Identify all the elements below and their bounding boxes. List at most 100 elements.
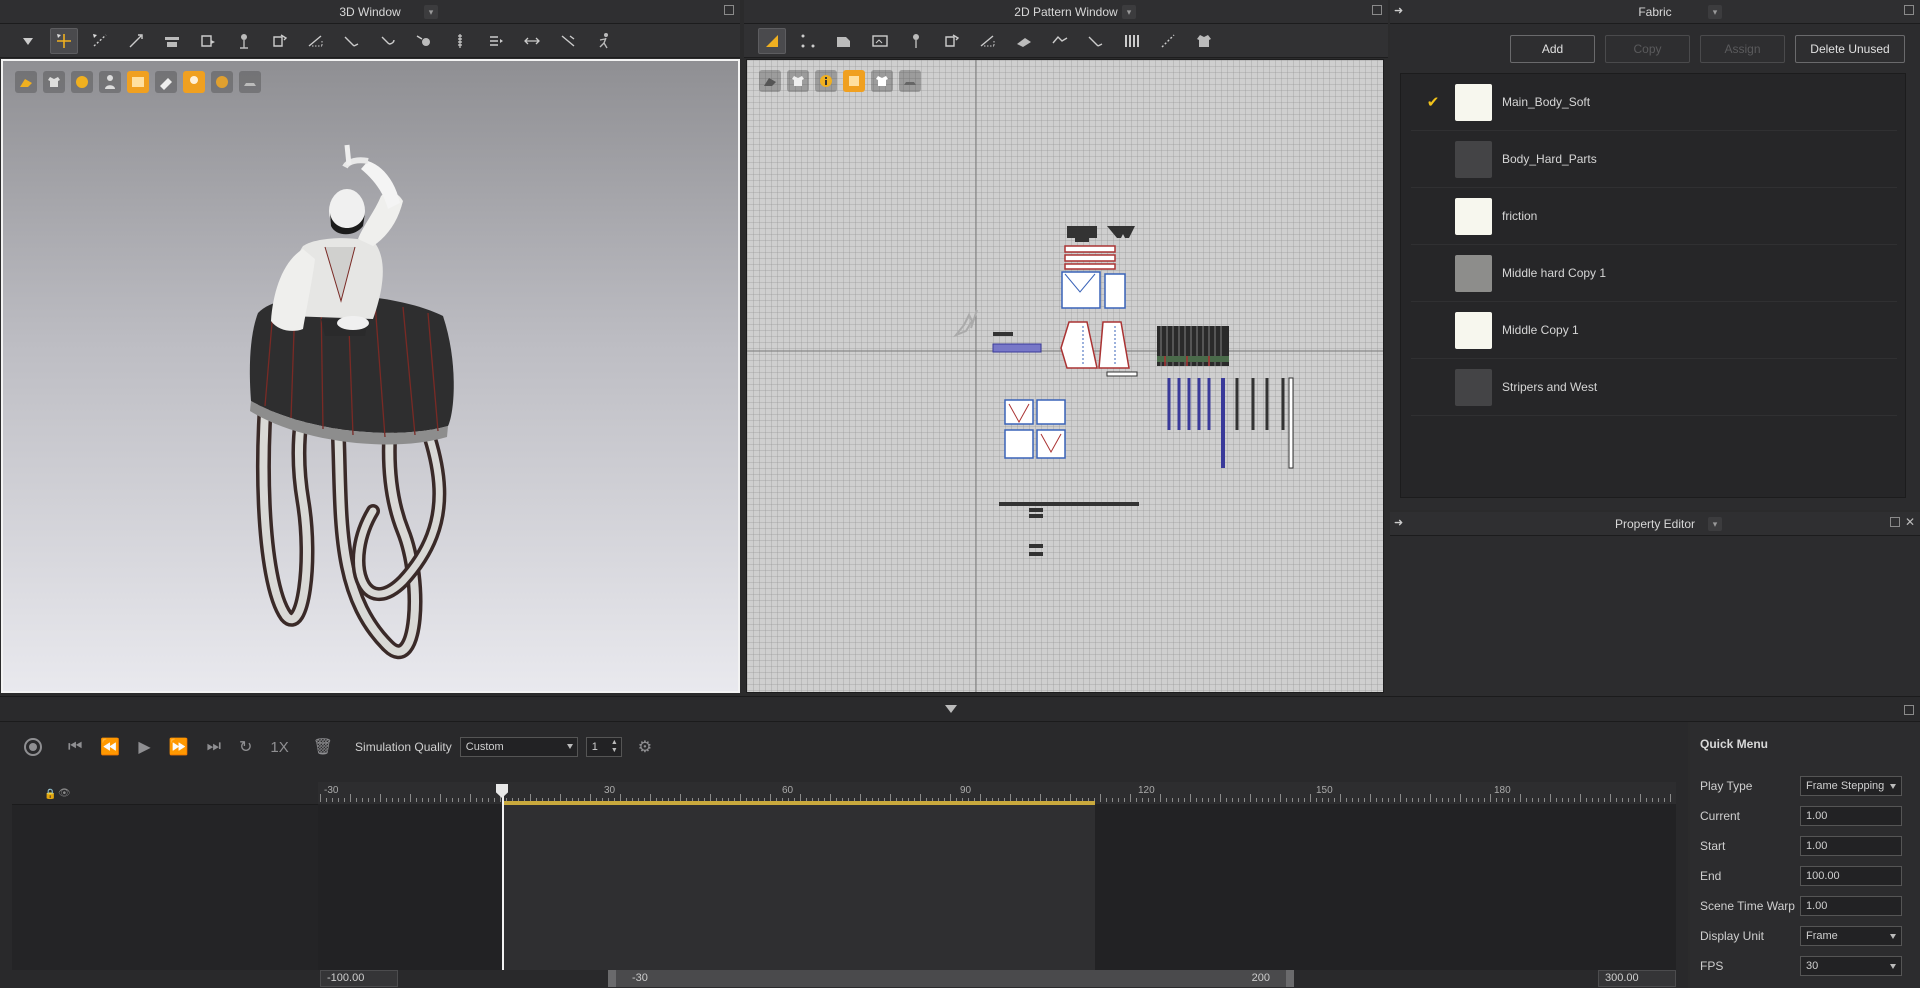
ruler-tick-mark xyxy=(1304,798,1305,802)
play-icon[interactable]: ▶ xyxy=(138,737,150,757)
go-to-end-icon[interactable]: ⏭ xyxy=(207,738,221,756)
go-to-start-icon[interactable]: ⏮ xyxy=(68,738,82,756)
fabric-list-item[interactable]: Body_Hard_Parts xyxy=(1411,131,1897,188)
close-icon[interactable]: ✕ xyxy=(1905,515,1915,529)
measure-tool-icon[interactable] xyxy=(302,28,330,54)
collapse-arrow-icon[interactable] xyxy=(945,705,957,713)
topstitch-tool-icon[interactable] xyxy=(482,28,510,54)
scroll-start-value: -30 xyxy=(632,972,648,984)
quick-menu-input[interactable]: 1.00 xyxy=(1800,806,1902,826)
ruler-tick-mark xyxy=(1568,798,1569,802)
float-window-icon[interactable] xyxy=(1372,5,1382,15)
previous-frame-icon[interactable]: ⏪ xyxy=(100,737,120,757)
quick-menu-select[interactable]: Frame xyxy=(1800,926,1902,946)
ruler-tick-mark xyxy=(1274,798,1275,802)
visibility-eye-icon[interactable]: 👁 xyxy=(58,788,71,799)
property-editor-menu-dropdown[interactable]: ▾ xyxy=(1708,517,1722,531)
window-2d-menu-dropdown[interactable]: ▾ xyxy=(1122,5,1136,19)
quick-menu-select[interactable]: Frame Stepping xyxy=(1800,776,1902,796)
tack-tool-icon[interactable] xyxy=(230,28,258,54)
iron-tool-icon[interactable] xyxy=(374,28,402,54)
fabric-menu-dropdown[interactable]: ▾ xyxy=(1708,5,1722,19)
edit-point-tool-icon[interactable] xyxy=(794,28,822,54)
avatar-pose-tool-icon[interactable] xyxy=(590,28,618,54)
select-mesh-tool-icon[interactable] xyxy=(86,28,114,54)
shrinkage-tool-icon[interactable] xyxy=(554,28,582,54)
segment-sewing-tool-icon[interactable] xyxy=(974,28,1002,54)
fabric-list-item[interactable]: Stripers and West xyxy=(1411,359,1897,416)
loop-icon[interactable]: ↻ xyxy=(239,737,252,757)
quick-menu-select[interactable]: 30 xyxy=(1800,956,1902,976)
viewport-3d[interactable] xyxy=(1,59,740,693)
quick-menu-input[interactable]: 100.00 xyxy=(1800,866,1902,886)
arrangement-tool-icon[interactable] xyxy=(158,28,186,54)
button-tool-icon[interactable] xyxy=(410,28,438,54)
rectangle-tool-icon[interactable] xyxy=(866,28,894,54)
timeline-scrollbar[interactable]: -30 200 xyxy=(608,970,1294,987)
record-icon[interactable] xyxy=(24,738,42,756)
spinner-arrows-icon[interactable]: ▲ ▼ xyxy=(611,739,618,755)
free-sewing-tool-icon[interactable] xyxy=(1082,28,1110,54)
fabric-swatch[interactable] xyxy=(1455,311,1492,349)
garment-fit-tool-icon[interactable] xyxy=(266,28,294,54)
internal-line-tool-icon[interactable] xyxy=(1046,28,1074,54)
garment-tool-icon[interactable] xyxy=(1190,28,1218,54)
zipper-tool-icon[interactable] xyxy=(446,28,474,54)
fabric-swatch[interactable] xyxy=(1455,83,1492,121)
next-frame-icon[interactable]: ⏩ xyxy=(169,737,189,757)
delete-unused-button[interactable]: Delete Unused xyxy=(1795,35,1905,63)
delete-keyframe-icon[interactable]: 🗑 xyxy=(313,737,333,757)
quick-menu-input[interactable]: 1.00 xyxy=(1800,836,1902,856)
panel-splitter[interactable] xyxy=(0,696,1920,722)
float-window-icon[interactable] xyxy=(724,5,734,15)
playhead[interactable] xyxy=(502,788,504,970)
panel-pin-icon[interactable]: ➜ xyxy=(1394,4,1403,17)
pin-tool-icon[interactable] xyxy=(122,28,150,54)
fabric-list-item[interactable]: Middle Copy 1 xyxy=(1411,302,1897,359)
quick-menu-input[interactable]: 1.00 xyxy=(1800,896,1902,916)
trace-tool-icon[interactable] xyxy=(938,28,966,54)
pleats-tool-icon[interactable] xyxy=(1118,28,1146,54)
fabric-swatch[interactable] xyxy=(1455,197,1492,235)
assign-fabric-button[interactable]: Assign xyxy=(1700,35,1785,63)
float-window-icon[interactable] xyxy=(1904,5,1914,15)
window-3d-menu-dropdown[interactable]: ▾ xyxy=(424,5,438,19)
quick-menu-label: Current xyxy=(1700,809,1741,823)
float-window-icon[interactable] xyxy=(1890,517,1900,527)
quick-menu-row: FPS 30 xyxy=(1700,955,1910,977)
move-down-tool-icon[interactable] xyxy=(14,28,42,54)
fabric-swatch[interactable] xyxy=(1455,254,1492,292)
steam-tool-icon[interactable] xyxy=(338,28,366,54)
scroll-right-handle[interactable] xyxy=(1286,970,1294,987)
fabric-list-item[interactable]: ✔ Main_Body_Soft xyxy=(1411,74,1897,131)
simulation-quality-select[interactable]: Custom xyxy=(459,737,578,757)
tape-2d-tool-icon[interactable] xyxy=(1154,28,1182,54)
dart-tool-icon[interactable] xyxy=(902,28,930,54)
fabric-swatch[interactable] xyxy=(1455,140,1492,178)
viewport-2d-pattern[interactable] xyxy=(746,59,1384,693)
lock-icon[interactable]: 🔒 xyxy=(44,789,56,800)
range-start-field[interactable]: -100.00 xyxy=(320,970,398,987)
polygon-tool-icon[interactable] xyxy=(830,28,858,54)
timeline[interactable]: -30 30 60 90 120 150 180 xyxy=(318,782,1676,970)
step-spinner[interactable]: 1 ▲ ▼ xyxy=(585,737,622,757)
ruler-tick-mark xyxy=(1634,798,1635,802)
edit-pattern-tool-icon[interactable] xyxy=(758,27,786,54)
playback-speed[interactable]: 1X xyxy=(270,739,288,756)
add-fabric-button[interactable]: Add xyxy=(1510,35,1595,63)
tape-tool-icon[interactable] xyxy=(518,28,546,54)
simulation-settings-gear-icon[interactable]: ⚙ xyxy=(638,737,652,757)
float-window-icon[interactable] xyxy=(1904,705,1914,715)
select-move-tool-icon[interactable] xyxy=(50,27,78,54)
scroll-left-handle[interactable] xyxy=(608,970,616,987)
fabric-list-item[interactable]: friction xyxy=(1411,188,1897,245)
ruler-tick-mark xyxy=(494,798,495,802)
copy-fabric-button[interactable]: Copy xyxy=(1605,35,1690,63)
fabric-list-item[interactable]: Middle hard Copy 1 xyxy=(1411,245,1897,302)
fabric-swatch[interactable] xyxy=(1455,368,1492,406)
fold-tool-icon[interactable] xyxy=(194,28,222,54)
ruler-tick-mark xyxy=(410,794,411,802)
fold-arrangement-tool-icon[interactable] xyxy=(1010,28,1038,54)
range-end-field[interactable]: 300.00 xyxy=(1598,970,1676,987)
panel-pin-icon[interactable]: ➜ xyxy=(1394,516,1403,529)
